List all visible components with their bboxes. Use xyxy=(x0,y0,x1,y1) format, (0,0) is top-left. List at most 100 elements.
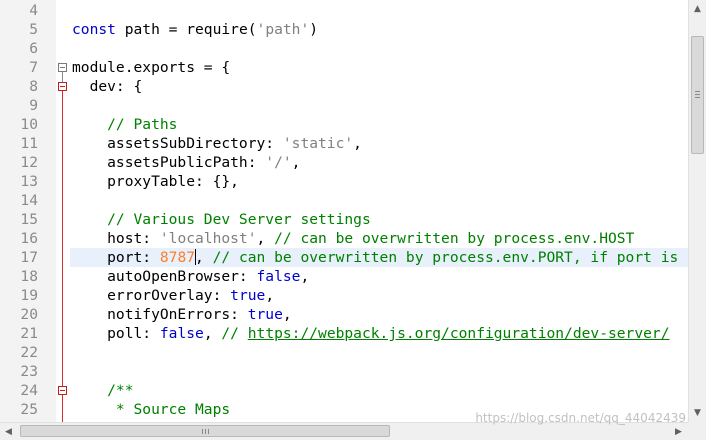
code-line[interactable]: 14 xyxy=(0,191,688,210)
code-line[interactable]: 11 assetsSubDirectory: 'static', xyxy=(0,134,688,153)
code-token: // Various Dev Server settings xyxy=(72,211,371,228)
line-text[interactable]: notifyOnErrors: true, xyxy=(70,305,688,324)
code-token: assetsPublicPath: xyxy=(72,154,266,171)
line-number: 6 xyxy=(29,40,38,57)
code-line[interactable]: 21 poll: false, // https://webpack.js.or… xyxy=(0,324,688,343)
code-line[interactable]: 18 autoOpenBrowser: false, xyxy=(0,267,688,286)
line-number: 10 xyxy=(20,116,38,133)
code-line[interactable]: 12 assetsPublicPath: '/', xyxy=(0,153,688,172)
code-line[interactable]: 4 xyxy=(0,1,688,20)
line-text[interactable] xyxy=(70,191,688,210)
code-line[interactable]: 15 // Various Dev Server settings xyxy=(0,210,688,229)
line-number: 15 xyxy=(20,211,38,228)
line-text[interactable]: // Paths xyxy=(70,115,688,134)
line-number: 12 xyxy=(20,154,38,171)
line-text[interactable]: poll: false, // https://webpack.js.org/c… xyxy=(70,324,688,343)
line-text[interactable]: module.exports = { xyxy=(70,58,688,77)
line-number: 20 xyxy=(20,306,38,323)
code-token: true xyxy=(247,306,283,323)
code-token: ) xyxy=(309,21,319,38)
line-text[interactable] xyxy=(70,343,688,362)
line-text[interactable]: errorOverlay: true, xyxy=(70,286,688,305)
code-token: , xyxy=(256,230,275,247)
scrollbar-corner xyxy=(688,422,706,439)
code-token: 'path' xyxy=(256,21,310,38)
line-text[interactable]: /** xyxy=(70,381,688,400)
code-token: , xyxy=(195,249,213,266)
code-line[interactable]: 10 // Paths xyxy=(0,115,688,134)
code-line[interactable]: 22 xyxy=(0,343,688,362)
code-line[interactable]: 7 module.exports = { xyxy=(0,58,688,77)
scroll-right-arrow-icon[interactable]: ▶ xyxy=(670,423,687,440)
code-line[interactable]: 24 /** xyxy=(0,381,688,400)
code-line[interactable]: 13 proxyTable: {}, xyxy=(0,172,688,191)
code-token: module.exports = { xyxy=(72,59,231,76)
code-line[interactable]: 5 const path = require('path') xyxy=(0,20,688,39)
code-line[interactable]: 17 port: 8787, // can be overwritten by … xyxy=(0,248,688,267)
code-token: '/' xyxy=(265,154,292,171)
code-token: 'static' xyxy=(282,135,354,152)
line-text[interactable]: autoOpenBrowser: false, xyxy=(70,267,688,286)
code-link[interactable]: https://webpack.js.org/configuration/dev… xyxy=(248,325,670,342)
code-line[interactable]: 23 xyxy=(0,362,688,381)
fold-toggle-comment-icon[interactable] xyxy=(58,386,67,395)
code-token: , xyxy=(282,306,292,323)
line-number: 25 xyxy=(20,401,38,418)
code-line[interactable]: 19 errorOverlay: true, xyxy=(0,286,688,305)
code-token: dev: { xyxy=(72,78,143,95)
code-token: const xyxy=(72,21,116,38)
fold-toggle-dev-icon[interactable] xyxy=(58,82,67,91)
code-line[interactable]: 6 xyxy=(0,39,688,58)
fold-toggle-module-exports-icon[interactable] xyxy=(58,63,67,72)
line-text[interactable] xyxy=(70,96,688,115)
code-token: port: xyxy=(72,249,160,266)
code-token: proxyTable: {}, xyxy=(72,173,239,190)
code-token: errorOverlay: xyxy=(72,287,231,304)
vertical-scrollbar[interactable]: ▲ ▼ xyxy=(688,0,706,422)
scroll-down-arrow-icon[interactable]: ▼ xyxy=(689,404,706,421)
code-token: , xyxy=(203,325,222,342)
code-token: 8787 xyxy=(159,249,196,266)
code-token: true xyxy=(230,287,266,304)
line-number: 8 xyxy=(29,78,38,95)
code-token: autoOpenBrowser: xyxy=(72,268,257,285)
line-number: 16 xyxy=(20,230,38,247)
fold-guide-module-exports xyxy=(62,72,63,82)
code-token: // xyxy=(221,325,248,342)
line-text[interactable]: assetsPublicPath: '/', xyxy=(70,153,688,172)
line-text[interactable]: assetsSubDirectory: 'static', xyxy=(70,134,688,153)
code-token: // can be overwritten by process.env.HOS… xyxy=(274,230,635,247)
line-number: 23 xyxy=(20,363,38,380)
line-text[interactable] xyxy=(70,1,688,20)
code-token: * Source Maps xyxy=(72,401,231,418)
code-token: , xyxy=(353,135,362,152)
line-text[interactable]: dev: { xyxy=(70,77,688,96)
line-text[interactable]: // Various Dev Server settings xyxy=(70,210,688,229)
code-token: , xyxy=(291,154,301,171)
line-number: 24 xyxy=(20,382,38,399)
horizontal-scroll-thumb[interactable] xyxy=(20,425,390,437)
code-line[interactable]: 20 notifyOnErrors: true, xyxy=(0,305,688,324)
scroll-up-arrow-icon[interactable]: ▲ xyxy=(689,0,706,17)
line-number: 17 xyxy=(20,249,38,266)
line-number: 19 xyxy=(20,287,38,304)
code-line[interactable]: 8 dev: { xyxy=(0,77,688,96)
line-number: 13 xyxy=(20,173,38,190)
line-text[interactable] xyxy=(70,39,688,58)
code-editor[interactable]: 4 5 const path = require('path') 6 7 module.e… xyxy=(0,0,688,422)
code-token: false xyxy=(256,268,301,285)
vertical-scroll-thumb[interactable] xyxy=(691,36,704,154)
code-token: /** xyxy=(72,382,134,399)
line-text[interactable]: port: 8787, // can be overwritten by pro… xyxy=(70,248,688,267)
code-token: path = require( xyxy=(115,21,257,38)
line-text[interactable]: const path = require('path') xyxy=(70,20,688,39)
fold-guide-dev xyxy=(62,91,63,422)
scroll-left-arrow-icon[interactable]: ◀ xyxy=(0,423,17,440)
line-text[interactable]: proxyTable: {}, xyxy=(70,172,688,191)
code-line[interactable]: 9 xyxy=(0,96,688,115)
code-token: false xyxy=(159,325,204,342)
code-line[interactable]: 16 host: 'localhost', // can be overwrit… xyxy=(0,229,688,248)
watermark-text: https://blog.csdn.net/qq_44042439 xyxy=(475,411,686,425)
line-text[interactable] xyxy=(70,362,688,381)
line-text[interactable]: host: 'localhost', // can be overwritten… xyxy=(70,229,688,248)
